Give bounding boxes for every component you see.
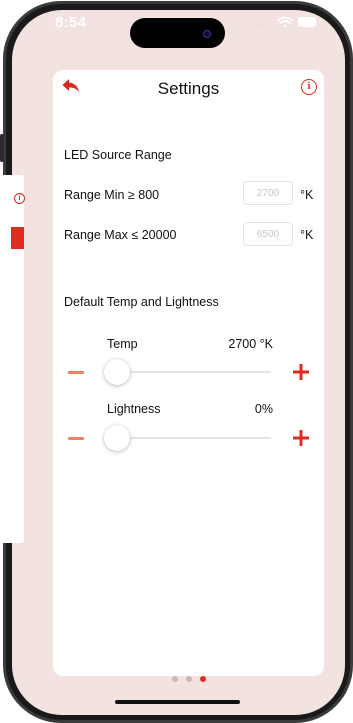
background-info-icon: i bbox=[14, 193, 25, 204]
home-indicator[interactable] bbox=[115, 700, 240, 704]
lightness-value: 0% bbox=[254, 402, 273, 416]
front-camera bbox=[203, 30, 211, 38]
page-indicator[interactable] bbox=[170, 676, 210, 684]
signal-icon bbox=[258, 19, 269, 27]
range-min-label: Range Min ≥ 800 bbox=[64, 188, 160, 202]
range-min-input[interactable]: 2700 bbox=[243, 181, 293, 205]
led-range-section-title: LED Source Range bbox=[64, 148, 172, 162]
lightness-label: Lightness bbox=[107, 402, 161, 416]
range-max-label: Range Max ≤ 20000 bbox=[64, 228, 177, 242]
page-dot[interactable] bbox=[172, 676, 178, 682]
status-time: 8:54 bbox=[55, 14, 87, 31]
silent-switch bbox=[0, 134, 4, 162]
lightness-increase-button[interactable] bbox=[292, 429, 310, 447]
dynamic-island bbox=[130, 18, 225, 48]
page-title: Settings bbox=[157, 79, 220, 98]
lightness-slider-track[interactable] bbox=[108, 437, 271, 439]
lightness-decrease-button[interactable] bbox=[68, 437, 84, 440]
range-min-unit: °K bbox=[300, 188, 314, 202]
temp-label: Temp bbox=[107, 337, 138, 351]
wifi-icon bbox=[277, 16, 293, 28]
info-icon[interactable]: i bbox=[301, 79, 317, 95]
status-icons bbox=[258, 16, 316, 28]
defaults-section-title: Default Temp and Lightness bbox=[64, 295, 219, 309]
battery-icon bbox=[298, 17, 316, 27]
temp-decrease-button[interactable] bbox=[68, 371, 84, 374]
temp-value: 2700 °K bbox=[228, 337, 273, 351]
background-color-swatch bbox=[11, 227, 24, 249]
temp-slider-track[interactable] bbox=[108, 371, 271, 373]
page-dot-active[interactable] bbox=[200, 676, 206, 682]
temp-slider-thumb[interactable] bbox=[104, 359, 130, 385]
temp-increase-button[interactable] bbox=[292, 363, 310, 381]
range-max-input[interactable]: 6500 bbox=[243, 222, 293, 246]
page-dot[interactable] bbox=[186, 676, 192, 682]
range-max-unit: °K bbox=[300, 228, 314, 242]
lightness-slider-thumb[interactable] bbox=[104, 425, 130, 451]
